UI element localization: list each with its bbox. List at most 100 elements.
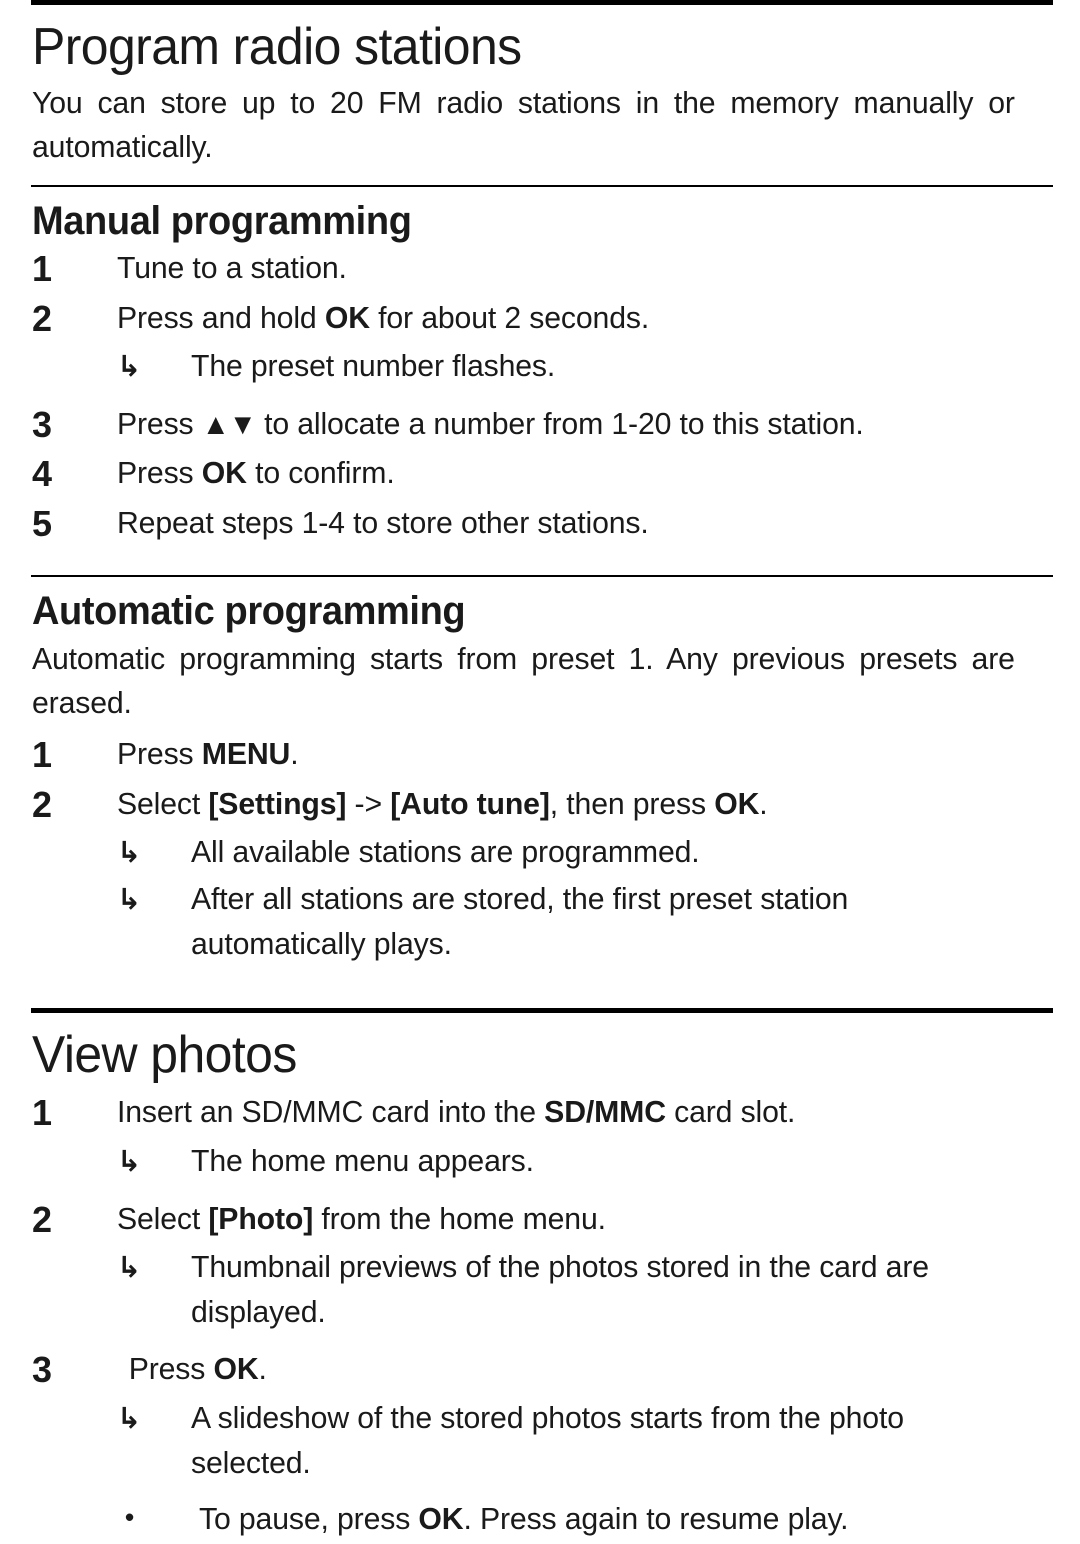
step-text: Press and hold OK for about 2 seconds. (117, 295, 1030, 341)
step-number: 1 (32, 1092, 52, 1134)
step-text-part: card slot. (665, 1094, 796, 1130)
result-arrow-icon: ↳ (117, 351, 142, 384)
manual-page: Program radio stations You can store up … (0, 0, 1080, 1536)
result-text: The home menu appears. (191, 1143, 534, 1178)
heading-automatic-programming: Automatic programming (32, 589, 466, 634)
step-text-part: Press (128, 1351, 214, 1387)
step-text-part: -> (346, 785, 391, 821)
step-number: 2 (32, 297, 52, 339)
step-manual-1: 1 Tune to a station. (31, 245, 1053, 293)
step-text-part: for about 2 seconds. (369, 299, 650, 335)
result-manual-2: ↳ The preset number flashes. (31, 344, 1053, 389)
section-divider-manual-programming (31, 185, 1053, 188)
slot-label-sd-mmc: SD/MMC (544, 1094, 666, 1130)
result-photo-3: ↳ A slideshow of the stored photos start… (31, 1396, 1053, 1485)
step-photo-3: 3 Press OK. (31, 1346, 1053, 1394)
step-text-part: Select (117, 1200, 209, 1236)
section-divider-program-radio (31, 0, 1053, 5)
step-text: Select [Settings] -> [Auto tune], then p… (117, 781, 1030, 827)
step-text-part: . (759, 785, 768, 821)
result-arrow-icon: ↳ (117, 1146, 142, 1178)
step-text-part: . (290, 736, 299, 772)
step-number: 5 (32, 502, 52, 544)
menu-label-photo: [Photo] (208, 1200, 314, 1236)
intro-paragraph-automatic-programming: Automatic programming starts from preset… (32, 641, 1015, 721)
menu-label-auto-tune: [Auto tune] (390, 785, 550, 821)
step-auto-1: 1 Press MENU. (31, 731, 1053, 779)
step-manual-4: 4 Press OK to confirm. (31, 450, 1053, 498)
step-number: 2 (32, 1198, 52, 1240)
section-divider-automatic-programming (31, 575, 1053, 578)
step-text-part: Press and hold (117, 299, 325, 335)
step-number: 3 (32, 1349, 52, 1391)
step-text-part: Insert an SD/MMC card into the (117, 1094, 545, 1130)
step-manual-5: 5 Repeat steps 1-4 to store other statio… (31, 500, 1053, 548)
result-arrow-icon: ↳ (117, 1402, 142, 1435)
step-text-part: Press (117, 405, 202, 441)
page-title-program-radio-stations: Program radio stations (32, 18, 522, 76)
step-text-part: from the home menu. (313, 1200, 606, 1236)
step-number: 1 (32, 734, 52, 776)
step-number: 3 (32, 403, 52, 445)
result-auto-2: ↳ After all stations are stored, the fir… (31, 877, 1053, 966)
result-text: All available stations are programmed. (191, 834, 700, 870)
step-photo-2: 2 Select [Photo] from the home menu. (31, 1196, 1053, 1244)
step-manual-3: 3 Press ▲▼ to allocate a number from 1-2… (31, 401, 1053, 449)
key-label-ok: OK (418, 1501, 464, 1537)
note-text: To pause, press OK. Press again to resum… (199, 1497, 979, 1542)
step-text: Tune to a station. (117, 250, 347, 286)
note-text-part: To pause, press (199, 1501, 419, 1537)
step-number: 1 (32, 248, 52, 290)
key-label-ok: OK (714, 785, 760, 821)
step-text: Press ▲▼ to allocate a number from 1-20 … (117, 401, 1030, 447)
step-text-part: to allocate a number from 1-20 to this s… (255, 405, 864, 441)
step-manual-2: 2 Press and hold OK for about 2 seconds. (31, 295, 1053, 343)
step-text-part: , then press (549, 785, 715, 821)
note-photo-pause: • To pause, press OK. Press again to res… (31, 1497, 1053, 1542)
intro-paragraph-program-radio: You can store up to 20 FM radio stations… (32, 85, 1015, 165)
navigation-up-down-icon: ▲▼ (201, 408, 257, 441)
step-text: Press OK. (117, 1346, 1030, 1392)
heading-manual-programming: Manual programming (32, 199, 412, 244)
step-text-part: . (258, 1351, 267, 1387)
result-arrow-icon: ↳ (117, 1252, 142, 1285)
step-text: Press OK to confirm. (117, 450, 1030, 496)
step-text: Select [Photo] from the home menu. (117, 1196, 1030, 1242)
step-photo-1: 1 Insert an SD/MMC card into the SD/MMC … (31, 1089, 1053, 1137)
result-auto-1: ↳ All available stations are programmed. (31, 830, 1053, 875)
step-text: Press MENU. (117, 731, 1030, 777)
key-label-ok: OK (201, 455, 247, 491)
key-label-menu: MENU (201, 736, 291, 772)
bullet-icon: • (125, 1502, 135, 1533)
result-photo-1: ↳ The home menu appears. (31, 1139, 1053, 1184)
note-text-part: . Press again to resume play. (463, 1501, 849, 1537)
step-text-part: Press (117, 736, 202, 772)
menu-label-settings: [Settings] (208, 785, 347, 821)
result-text: A slideshow of the stored photos starts … (191, 1399, 904, 1480)
result-arrow-icon: ↳ (117, 837, 142, 870)
step-number: 4 (32, 453, 52, 495)
page-title-view-photos: View photos (32, 1026, 297, 1085)
result-text: Thumbnail previews of the photos stored … (191, 1249, 929, 1329)
step-text: Repeat steps 1-4 to store other stations… (117, 504, 649, 540)
step-text: Insert an SD/MMC card into the SD/MMC ca… (117, 1089, 1030, 1135)
result-photo-2: ↳ Thumbnail previews of the photos store… (31, 1245, 1053, 1334)
step-text-part: Select (117, 785, 209, 821)
step-number: 2 (32, 783, 52, 825)
result-text: The preset number flashes. (191, 348, 556, 384)
step-text-part: to confirm. (246, 455, 395, 491)
step-text-part: Press (117, 455, 202, 491)
step-auto-2: 2 Select [Settings] -> [Auto tune], then… (31, 781, 1053, 829)
result-arrow-icon: ↳ (117, 884, 142, 917)
key-label-ok: OK (213, 1351, 259, 1387)
page-content: Program radio stations You can store up … (31, 0, 1053, 1544)
key-label-ok: OK (324, 299, 370, 335)
section-divider-view-photos (31, 1008, 1053, 1014)
result-text: After all stations are stored, the first… (191, 881, 849, 961)
